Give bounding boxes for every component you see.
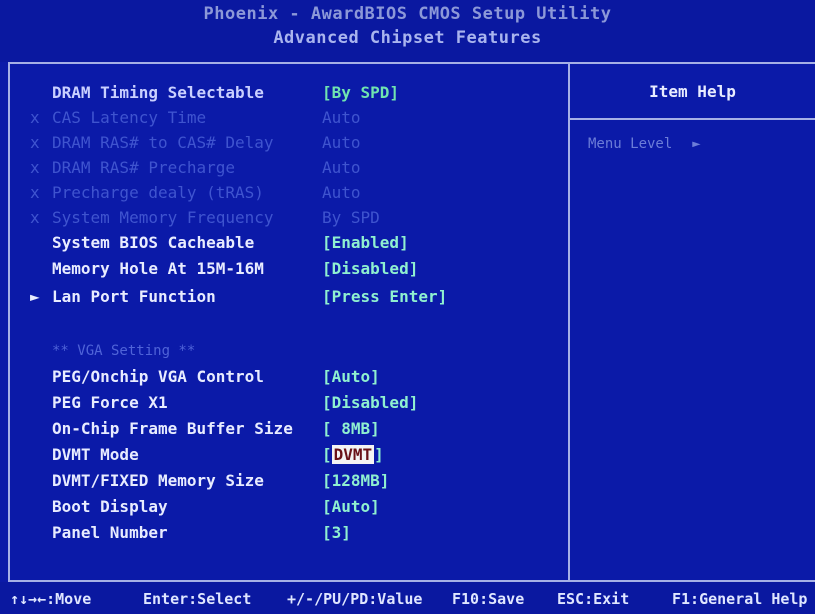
setting-value[interactable]: [Press Enter]: [322, 286, 447, 308]
menu-level-label: Menu Level: [588, 136, 673, 152]
menu-level: Menu Level ►: [588, 136, 701, 152]
key-general-help: F1:General Help: [672, 590, 808, 608]
help-divider: [570, 118, 815, 120]
setting-value[interactable]: [Auto]: [322, 366, 380, 388]
setting-label: PEG Force X1: [52, 393, 168, 412]
item-help-title: Item Help: [649, 82, 736, 101]
vga-section-heading: ** VGA Setting **: [52, 343, 196, 359]
setting-value: Auto: [322, 158, 361, 177]
disabled-marker-icon: x: [30, 183, 40, 202]
setting-value-selected[interactable]: [DVMT]: [322, 444, 384, 466]
key-value: +/-/PU/PD:Value: [287, 590, 423, 608]
setting-value[interactable]: [Auto]: [322, 496, 380, 518]
page-title: Advanced Chipset Features: [273, 28, 542, 48]
setting-label: DRAM RAS# to CAS# Delay: [52, 133, 274, 152]
setting-value[interactable]: [3]: [322, 522, 351, 544]
bios-vendor-title: Phoenix - AwardBIOS CMOS Setup Utility: [203, 4, 612, 24]
selection-highlight[interactable]: DVMT: [331, 445, 375, 464]
menu-level-arrow-icon: ►: [692, 136, 701, 152]
disabled-marker-icon: x: [30, 208, 40, 227]
key-help-footer: ↑↓→←:Move Enter:Select +/-/PU/PD:Value F…: [0, 582, 815, 614]
setting-label: CAS Latency Time: [52, 108, 207, 127]
setting-label: Precharge dealy (tRAS): [52, 183, 264, 202]
setting-label: DRAM RAS# Precharge: [52, 158, 236, 177]
setting-label: Lan Port Function: [52, 287, 216, 306]
setting-label: DRAM Timing Selectable: [52, 83, 264, 102]
setting-label: DVMT Mode: [52, 445, 139, 464]
setting-label: PEG/Onchip VGA Control: [52, 367, 264, 386]
submenu-arrow-icon: ►: [30, 287, 40, 306]
setting-label: Panel Number: [52, 523, 168, 542]
setting-value[interactable]: [By SPD]: [322, 82, 399, 104]
setting-value[interactable]: [Enabled]: [322, 232, 409, 254]
value-bracket-open: [: [322, 445, 332, 464]
disabled-marker-icon: x: [30, 108, 40, 127]
key-select: Enter:Select: [143, 590, 252, 608]
key-save: F10:Save: [452, 590, 525, 608]
setting-label: System BIOS Cacheable: [52, 233, 255, 252]
setting-value[interactable]: [128MB]: [322, 470, 389, 492]
setting-value[interactable]: [ 8MB]: [322, 418, 380, 440]
setting-label: DVMT/FIXED Memory Size: [52, 471, 264, 490]
key-exit: ESC:Exit: [557, 590, 630, 608]
setting-label: System Memory Frequency: [52, 208, 274, 227]
setting-value: Auto: [322, 183, 361, 202]
title-bar: Phoenix - AwardBIOS CMOS Setup Utility A…: [0, 0, 815, 62]
panel-divider: [568, 62, 570, 582]
setting-value[interactable]: [Disabled]: [322, 392, 418, 414]
disabled-marker-icon: x: [30, 133, 40, 152]
setting-value: By SPD: [322, 208, 380, 227]
disabled-marker-icon: x: [30, 158, 40, 177]
setting-label: On-Chip Frame Buffer Size: [52, 419, 293, 438]
value-bracket-close: ]: [374, 445, 384, 464]
setting-value: Auto: [322, 133, 361, 152]
setting-value: Auto: [322, 108, 361, 127]
key-move: ↑↓→←:Move: [10, 590, 92, 608]
setting-label: Boot Display: [52, 497, 168, 516]
setting-label: Memory Hole At 15M-16M: [52, 259, 264, 278]
setting-value[interactable]: [Disabled]: [322, 258, 418, 280]
